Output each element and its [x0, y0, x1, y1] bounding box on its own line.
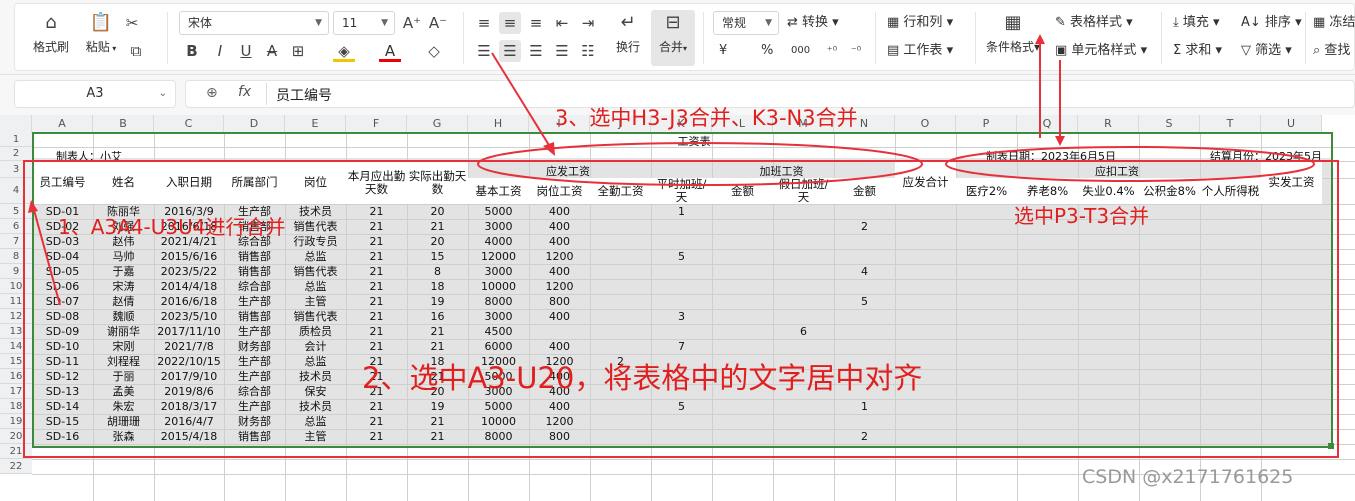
annotation-p3-t3: 选中P3-T3合并: [1014, 204, 1150, 228]
annotation-step2: 2、选中A3-U20，将表格中的文字居中对齐: [362, 361, 923, 395]
arrow-to-a3: [33, 209, 61, 306]
annotation-overlay: [23, 34, 1339, 458]
arrow-head-cells: [1055, 136, 1065, 146]
merge-ellipse-p-t: [945, 146, 1315, 182]
arrow-head-a3: [28, 200, 38, 213]
watermark: CSDN @x2171761625: [1082, 466, 1294, 488]
arrow-head-table-style: [1035, 34, 1045, 44]
merge-ellipse-h-n: [477, 142, 923, 186]
annotation-step1: 1、A3A4-U3U4进行合并: [58, 215, 286, 239]
arrow-to-merge-line: [491, 52, 553, 151]
annotation-step3: 3、选中H3-J3合并、K3-N3合并: [555, 106, 858, 130]
